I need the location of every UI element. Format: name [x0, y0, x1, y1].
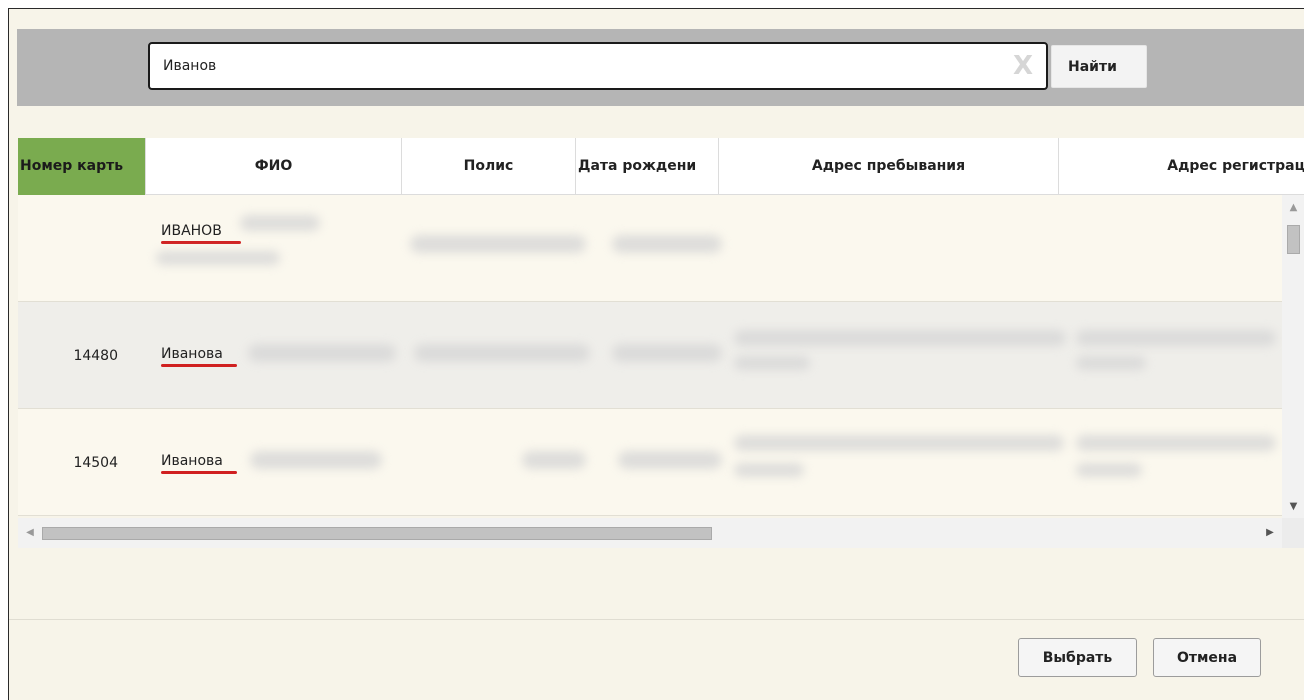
redacted-policy [414, 344, 590, 362]
table-row[interactable]: 14480 Иванова [18, 302, 1282, 409]
redacted-birth-date [612, 235, 722, 253]
surname-text: Иванова [161, 346, 223, 362]
scrollbar-corner [1282, 518, 1304, 548]
match-underline [161, 364, 237, 367]
redacted-birth-date [612, 344, 722, 362]
grid-header: Номер карть ФИО Полис Дата рождени Адрес… [18, 138, 1304, 195]
redacted-stay-address [734, 330, 1066, 346]
arrow-right-icon[interactable]: ▶ [1260, 518, 1280, 548]
match-underline [161, 471, 237, 474]
redacted-stay-address [734, 435, 1064, 451]
column-header-birth-date[interactable]: Дата рождени [576, 138, 719, 195]
footer-divider [9, 619, 1304, 620]
horizontal-scrollbar[interactable]: ◀ ▶ [18, 518, 1282, 548]
redacted-name [156, 251, 280, 265]
column-header-fio[interactable]: ФИО [146, 138, 402, 195]
card-number-cell: 14504 [73, 455, 118, 471]
arrow-down-icon[interactable]: ▼ [1282, 498, 1304, 516]
patient-search-dialog: X Найти Номер карть ФИО Полис Дата рожде… [8, 8, 1304, 700]
horizontal-scroll-thumb[interactable] [42, 527, 712, 540]
redacted-registration-address [1076, 356, 1146, 370]
card-number-cell: 14480 [73, 348, 118, 364]
match-underline [161, 241, 241, 244]
find-button[interactable]: Найти [1051, 45, 1147, 88]
redacted-birth-date [618, 451, 722, 469]
grid-body: ИВАНОВ 14480 Иванова 14504 Иванова [18, 195, 1282, 518]
redacted-registration-address [1076, 435, 1276, 451]
column-header-card-number[interactable]: Номер карть [18, 138, 146, 195]
redacted-policy [410, 235, 586, 253]
column-header-registration-address[interactable]: Адрес регистрац [1059, 138, 1304, 195]
column-header-policy[interactable]: Полис [402, 138, 576, 195]
column-header-stay-address[interactable]: Адрес пребывания [719, 138, 1059, 195]
redacted-name [240, 215, 320, 231]
search-input[interactable] [150, 44, 1046, 88]
select-button[interactable]: Выбрать [1018, 638, 1137, 677]
redacted-name [250, 451, 382, 469]
redacted-stay-address [734, 463, 804, 477]
arrow-left-icon[interactable]: ◀ [20, 518, 40, 548]
search-toolbar: X Найти [17, 29, 1304, 106]
close-icon[interactable]: X [1010, 53, 1036, 79]
surname-text: ИВАНОВ [161, 223, 222, 239]
redacted-name [248, 344, 396, 362]
patients-grid: Номер карть ФИО Полис Дата рождени Адрес… [18, 138, 1304, 548]
vertical-scroll-thumb[interactable] [1287, 225, 1300, 254]
redacted-registration-address [1076, 330, 1276, 346]
search-field[interactable]: X [148, 42, 1048, 90]
redacted-stay-address [734, 356, 810, 370]
redacted-policy [522, 451, 586, 469]
surname-cell: Иванова [161, 453, 237, 474]
redacted-registration-address [1076, 463, 1142, 477]
table-row[interactable]: ИВАНОВ [18, 195, 1282, 302]
surname-cell: Иванова [161, 346, 237, 367]
cancel-button[interactable]: Отмена [1153, 638, 1261, 677]
arrow-up-icon[interactable]: ▲ [1282, 199, 1304, 217]
table-row[interactable]: 14504 Иванова [18, 409, 1282, 516]
surname-cell: ИВАНОВ [161, 223, 241, 244]
surname-text: Иванова [161, 453, 223, 469]
vertical-scrollbar[interactable]: ▲ ▼ [1282, 195, 1304, 518]
